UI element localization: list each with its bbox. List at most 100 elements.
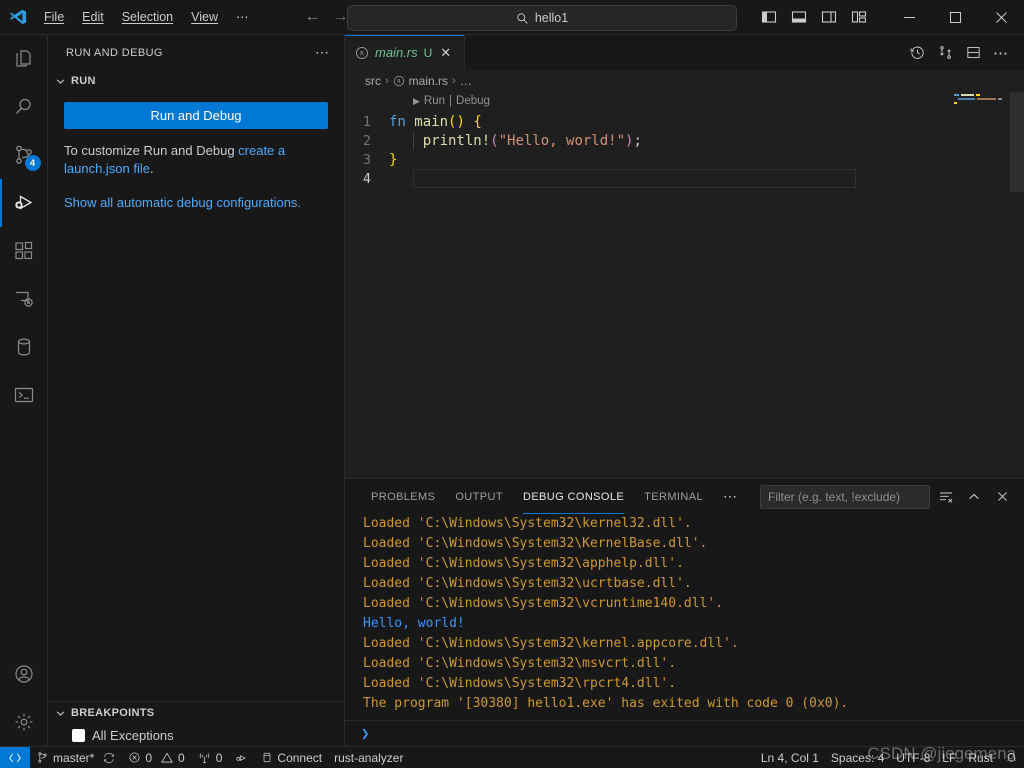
sidebar-section-run[interactable]: RUN — [48, 70, 344, 92]
timeline-icon[interactable] — [904, 40, 930, 66]
menu-more[interactable]: ⋯ — [228, 6, 257, 28]
status-indentation[interactable]: Spaces: 4 — [825, 747, 890, 768]
editor-tab-label: main.rs — [375, 45, 418, 60]
close-panel-icon[interactable] — [990, 485, 1014, 509]
run-pane-content: Run and Debug To customize Run and Debug… — [48, 92, 344, 212]
minimap-line — [976, 94, 980, 96]
sidebar-section-breakpoints[interactable]: BREAKPOINTS — [48, 702, 344, 724]
code-line-2: 2 println!("Hello, world!"); — [345, 131, 946, 150]
activity-item-source-control[interactable]: 4 — [0, 131, 48, 179]
status-bar-right: Ln 4, Col 1 Spaces: 4 UTF-8 LF Rust — [755, 747, 1024, 768]
sidebar-title: RUN AND DEBUG — [66, 46, 163, 59]
rust-icon: R — [355, 46, 369, 60]
sidebar: RUN AND DEBUG ⋯ RUN Run and Debug To cus… — [48, 35, 345, 746]
activity-item-run-and-debug[interactable] — [0, 179, 48, 227]
window-maximize-button[interactable] — [932, 0, 978, 35]
play-icon: ▶ — [413, 95, 420, 106]
debug-console-input[interactable]: ❯ — [345, 720, 1024, 746]
search-input[interactable]: hello1 — [347, 5, 737, 31]
menu-view[interactable]: View — [183, 6, 226, 28]
activity-item-search[interactable] — [0, 83, 48, 131]
status-encoding[interactable]: UTF-8 — [890, 747, 936, 768]
window-minimize-button[interactable] — [886, 0, 932, 35]
show-automatic-debug-configurations-link[interactable]: Show all automatic debug configurations. — [64, 195, 301, 210]
filter-input[interactable]: Filter (e.g. text, !exclude) — [760, 484, 930, 509]
remote-window-icon — [9, 753, 21, 762]
status-start-debug[interactable] — [228, 747, 255, 768]
terminal-icon — [14, 387, 33, 403]
rust-icon: R — [393, 75, 404, 87]
debug-console-output[interactable]: Loaded 'C:\Windows\System32\kernel32.dll… — [345, 514, 1024, 720]
split-editor-icon[interactable] — [960, 40, 986, 66]
toggle-primary-sidebar-button[interactable] — [756, 4, 782, 30]
panel-more-tabs-button[interactable]: ⋯ — [713, 479, 748, 514]
menu-selection[interactable]: Selection — [114, 6, 181, 28]
codelens-debug-link[interactable]: Debug — [456, 95, 490, 107]
compare-changes-icon[interactable] — [932, 40, 958, 66]
activity-item-database[interactable] — [0, 323, 48, 371]
console-line: Loaded 'C:\Windows\System32\msvcrt.dll'. — [363, 656, 677, 671]
window-close-button[interactable] — [978, 0, 1024, 35]
menu-file[interactable]: File — [36, 6, 72, 28]
menu-bar: File Edit Selection View ⋯ — [36, 6, 257, 28]
breakpoint-item-all-exceptions[interactable]: All Exceptions — [48, 724, 344, 746]
automatic-configs-row: Show all automatic debug configurations. — [64, 194, 328, 212]
status-language-mode[interactable]: Rust — [962, 747, 999, 768]
svg-text:R: R — [397, 79, 401, 85]
codelens-run-debug: ▶ Run | Debug — [413, 95, 490, 107]
tab-problems[interactable]: PROBLEMS — [361, 479, 445, 514]
breadcrumb: src › R main.rs › … — [345, 70, 1024, 92]
activity-item-extensions[interactable] — [0, 227, 48, 275]
activity-item-settings[interactable] — [0, 698, 48, 746]
minimap[interactable] — [946, 92, 1024, 478]
sidebar-section-breakpoints-label: BREAKPOINTS — [71, 707, 155, 719]
breakpoint-label: All Exceptions — [92, 727, 174, 743]
tab-terminal[interactable]: TERMINAL — [634, 479, 713, 514]
back-arrow-icon[interactable]: ← — [305, 9, 321, 25]
status-problems[interactable]: 0 0 — [122, 747, 190, 768]
editor-more-actions-icon[interactable]: ⋯ — [988, 40, 1014, 66]
extensions-icon — [14, 241, 32, 260]
scrollbar-slider[interactable] — [1010, 92, 1024, 192]
customize-hint: To customize Run and Debug create a laun… — [64, 142, 328, 178]
status-language-server[interactable]: rust-analyzer — [328, 747, 409, 768]
status-notifications-bell[interactable] — [999, 747, 1024, 768]
breakpoint-checkbox[interactable] — [72, 728, 85, 742]
clear-console-icon[interactable] — [934, 485, 958, 509]
status-remote-button[interactable] — [0, 746, 30, 768]
collapse-panel-icon[interactable] — [962, 485, 986, 509]
activity-item-terminal[interactable] — [0, 371, 48, 419]
toggle-panel-button[interactable] — [786, 4, 812, 30]
run-and-debug-button[interactable]: Run and Debug — [64, 102, 328, 129]
status-branch[interactable]: master* — [30, 747, 122, 768]
status-db-connect[interactable]: Connect — [255, 747, 328, 768]
title-bar: File Edit Selection View ⋯ ← → hello1 — [0, 0, 1024, 35]
activity-item-explorer[interactable] — [0, 35, 48, 83]
breadcrumb-item-symbols[interactable]: … — [460, 74, 472, 88]
line-number-4: 4 — [362, 170, 371, 187]
breadcrumb-item-src[interactable]: src — [365, 74, 381, 88]
minimap-line — [958, 98, 975, 100]
customize-layout-button[interactable] — [846, 4, 872, 30]
tab-debug-console[interactable]: DEBUG CONSOLE — [513, 479, 634, 514]
codelens-run-link[interactable]: Run — [424, 95, 445, 107]
status-eol[interactable]: LF — [936, 747, 962, 768]
minimap-line — [961, 94, 974, 96]
menu-edit[interactable]: Edit — [74, 6, 112, 28]
editor-scrollbar[interactable] — [1010, 92, 1024, 478]
sidebar-title-bar: RUN AND DEBUG ⋯ — [48, 35, 344, 70]
toggle-secondary-sidebar-button[interactable] — [816, 4, 842, 30]
tab-output[interactable]: OUTPUT — [445, 479, 513, 514]
editor-group: R main.rs U ✕ ⋯ src › R main.rs › … ▶ Ru… — [345, 35, 1024, 746]
code-area[interactable]: ▶ Run | Debug 1 fn main() { 2 println!("… — [345, 92, 946, 478]
filter-input-placeholder: Filter (e.g. text, !exclude) — [768, 489, 901, 504]
source-control-badge: 4 — [24, 155, 41, 171]
status-cursor-position[interactable]: Ln 4, Col 1 — [755, 747, 825, 768]
status-ports[interactable]: 0 — [191, 747, 229, 768]
activity-item-accounts[interactable] — [0, 650, 48, 698]
editor-tab-close-button[interactable]: ✕ — [438, 46, 453, 59]
sidebar-more-actions-button[interactable]: ⋯ — [309, 44, 336, 61]
breadcrumb-item-file[interactable]: R main.rs — [393, 74, 448, 88]
activity-item-remote-explorer[interactable] — [0, 275, 48, 323]
editor-tab-main-rs[interactable]: R main.rs U ✕ — [345, 35, 465, 70]
